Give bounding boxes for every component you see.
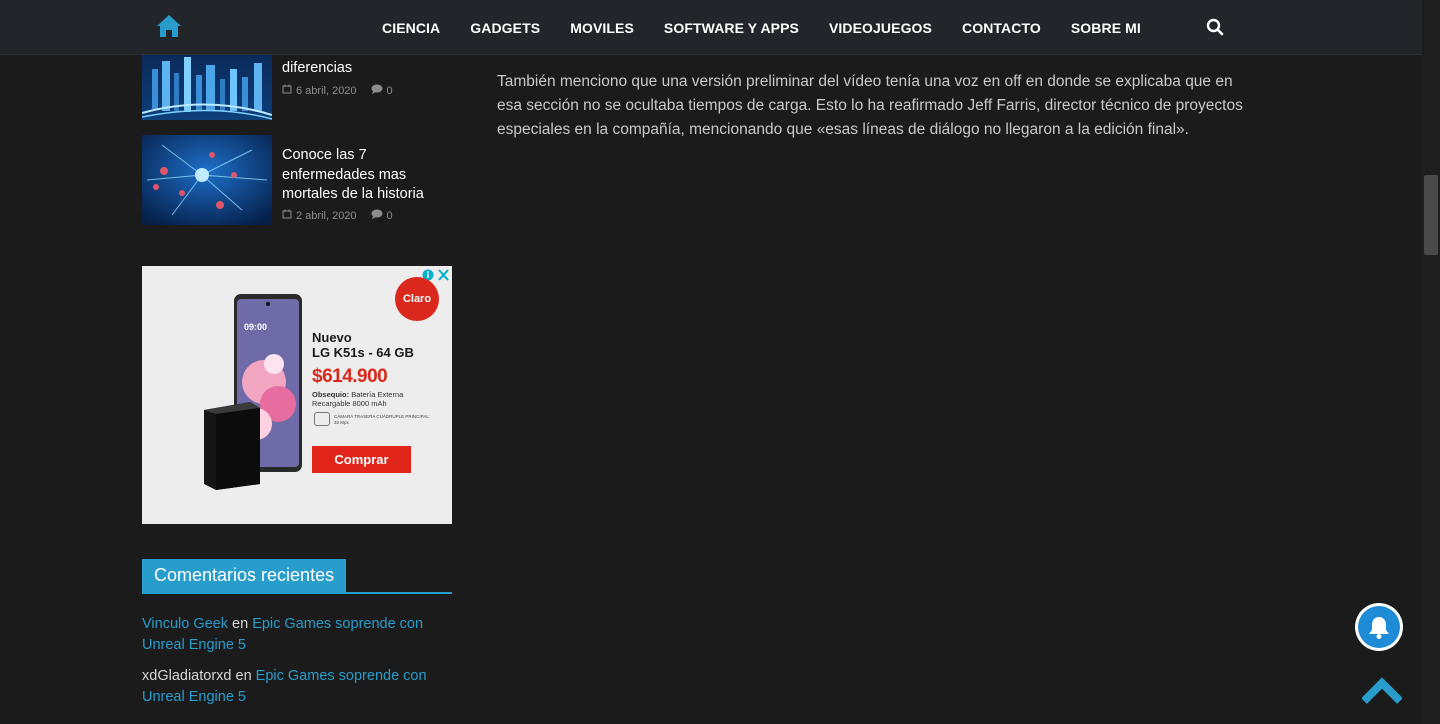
post-title[interactable]: diferencias — [282, 59, 452, 79]
recent-comments-header: Comentarios recientes — [142, 559, 452, 594]
power-bank-image — [202, 400, 262, 492]
calendar-icon — [282, 84, 292, 97]
claro-logo: Claro — [395, 277, 439, 321]
ad-camera-text: CÁMARA TRASERA CUÁDRUPLE PRINCIPAL: 32 M… — [334, 414, 431, 425]
ad-gift: Obsequio: Batería Externa Recargable 800… — [312, 390, 432, 408]
nav-item-ciencia[interactable]: CIENCIA — [367, 20, 455, 36]
post-meta: 2 abril, 2020 0 — [282, 209, 393, 222]
search-icon[interactable] — [1206, 18, 1224, 36]
top-navbar: CIENCIA GADGETS MOVILES SOFTWARE Y APPS … — [0, 0, 1422, 55]
comment-author: xdGladiatorxd — [142, 668, 232, 684]
nav-item-software-y-apps[interactable]: SOFTWARE Y APPS — [649, 20, 814, 36]
sidebar-post: diferencias 6 abril, 2020 0 — [142, 55, 462, 125]
ad-price: $614.900 — [312, 366, 388, 387]
comment-count-value: 0 — [386, 209, 393, 222]
camera-icon — [314, 412, 330, 426]
home-icon[interactable] — [156, 14, 182, 38]
ad-gift-label: Obsequio: — [312, 390, 350, 399]
phone-clock: 09:00 — [244, 322, 268, 332]
ad-copy: Nuevo LG K51s - 64 GB $614.900 Obsequio:… — [312, 330, 432, 426]
chevron-up-icon — [1361, 677, 1403, 704]
nav-item-moviles[interactable]: MOVILES — [555, 20, 649, 36]
scrollbar-thumb[interactable] — [1424, 175, 1438, 255]
recent-comment-item: xdGladiatorxd en Epic Games soprende con… — [142, 666, 452, 708]
widget-title: Comentarios recientes — [142, 559, 347, 592]
nav-item-sobre-mi[interactable]: SOBRE MI — [1056, 20, 1156, 36]
post-thumbnail-virus[interactable] — [142, 135, 272, 225]
nav-item-videojuegos[interactable]: VIDEOJUEGOS — [814, 20, 947, 36]
recent-comment-item: Vinculo Geek en Epic Games soprende con … — [142, 614, 452, 656]
post-date[interactable]: 2 abril, 2020 — [296, 210, 357, 222]
ad-title-line2: LG K51s - 64 GB — [312, 345, 414, 360]
claro-logo-text: Claro — [402, 293, 432, 305]
comment-count[interactable]: 0 — [371, 209, 393, 222]
post-title[interactable]: Conoce las 7 enfermedades mas mortales d… — [282, 146, 452, 205]
comment-connector: en — [232, 616, 249, 632]
comment-author-link[interactable]: Vinculo Geek — [142, 616, 228, 632]
nav-item-contacto[interactable]: CONTACTO — [947, 20, 1056, 36]
comment-count[interactable]: 0 — [371, 84, 393, 97]
article-paragraph: También menciono que una versión prelimi… — [497, 73, 1243, 138]
comment-connector: en — [235, 668, 252, 684]
nav-item-gadgets[interactable]: GADGETS — [455, 20, 555, 36]
post-date[interactable]: 6 abril, 2020 — [296, 85, 357, 97]
sidebar-post: Conoce las 7 enfermedades mas mortales d… — [142, 135, 462, 225]
ad-title-line1: Nuevo — [312, 330, 352, 345]
main-menu: CIENCIA GADGETS MOVILES SOFTWARE Y APPS … — [367, 0, 1156, 55]
ad-buy-button[interactable]: Comprar — [312, 446, 411, 473]
calendar-icon — [282, 209, 292, 222]
ad-close-icon[interactable] — [438, 269, 449, 281]
post-thumbnail-city[interactable] — [142, 55, 272, 120]
bell-icon — [1358, 606, 1400, 648]
comment-icon — [371, 209, 383, 222]
post-meta: 6 abril, 2020 0 — [282, 84, 393, 97]
comment-icon — [371, 84, 383, 97]
page-scrollbar[interactable] — [1422, 0, 1440, 724]
recent-comments-list: Vinculo Geek en Epic Games soprende con … — [142, 614, 452, 718]
scroll-to-top-button[interactable] — [1361, 677, 1403, 705]
notification-bell-button[interactable] — [1355, 603, 1403, 651]
advertisement-banner[interactable]: 09:00 Claro Nuevo LG K51s - 64 GB $614.9… — [142, 266, 452, 524]
comment-count-value: 0 — [386, 84, 393, 97]
ad-camera-spec: CÁMARA TRASERA CUÁDRUPLE PRINCIPAL: 32 M… — [312, 412, 432, 426]
